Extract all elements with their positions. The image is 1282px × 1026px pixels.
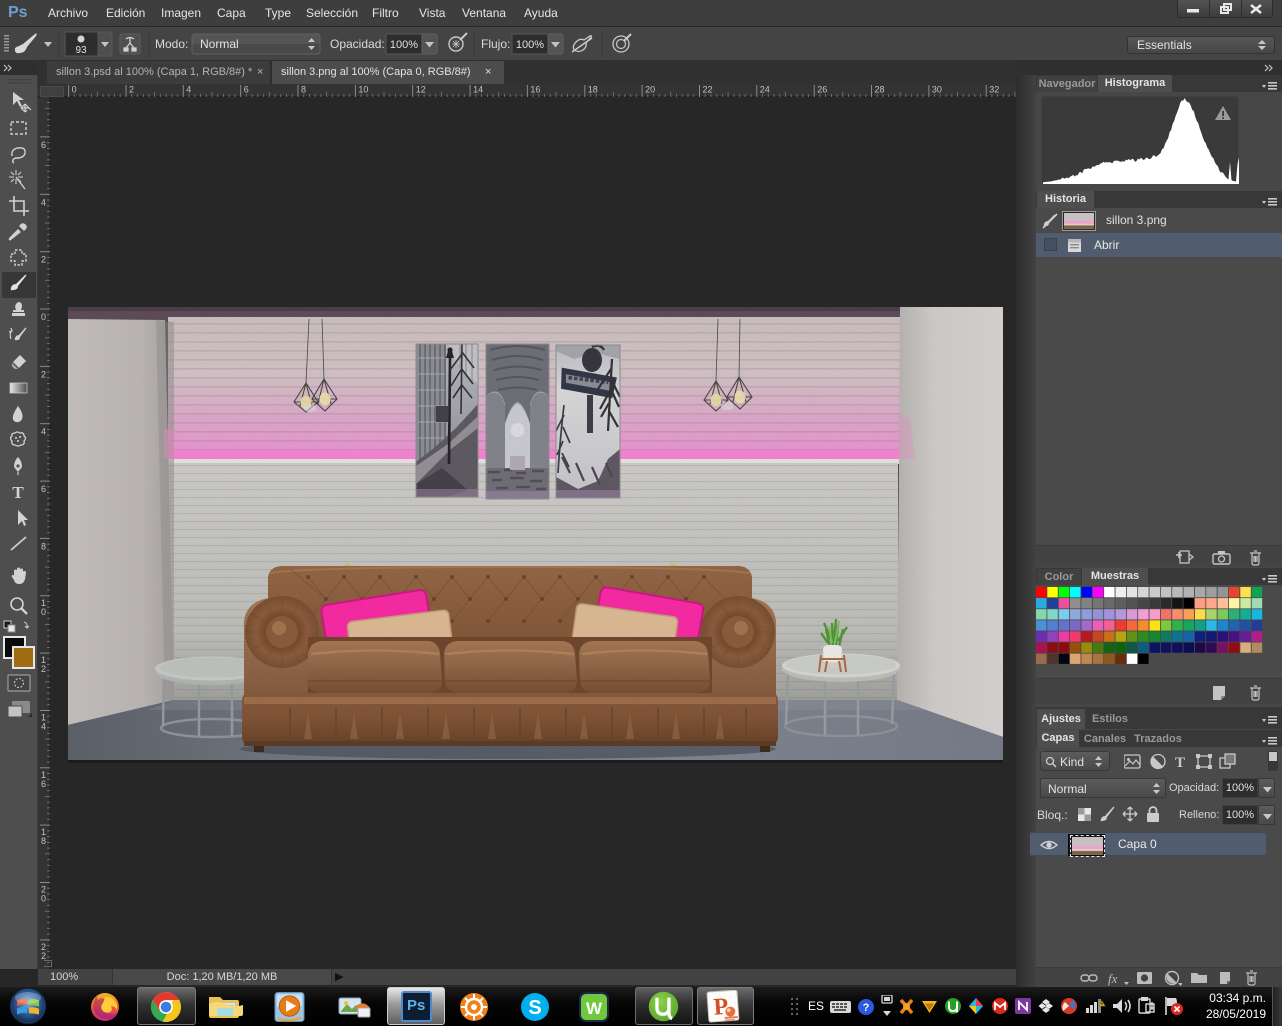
svg-text:2: 2 <box>41 664 46 674</box>
svg-text:4: 4 <box>186 85 191 95</box>
svg-text:P: P <box>713 994 729 1021</box>
svg-text:fx: fx <box>1108 971 1118 986</box>
svg-text:0: 0 <box>41 312 46 322</box>
svg-text:100%: 100% <box>516 39 544 51</box>
svg-text:Modo:: Modo: <box>155 37 188 51</box>
svg-text:6: 6 <box>41 140 46 150</box>
svg-text:2: 2 <box>41 369 46 379</box>
svg-text:0: 0 <box>41 607 46 617</box>
svg-text:4: 4 <box>41 427 46 437</box>
svg-text:16: 16 <box>530 85 540 95</box>
svg-text:20: 20 <box>645 85 655 95</box>
svg-text:Flujo:: Flujo: <box>481 37 510 51</box>
svg-text:100%: 100% <box>390 39 418 51</box>
svg-text:12: 12 <box>416 85 426 95</box>
svg-text:93: 93 <box>75 45 87 56</box>
svg-text:26: 26 <box>817 85 827 95</box>
svg-text:8: 8 <box>41 541 46 551</box>
svg-text:T: T <box>1175 755 1185 771</box>
svg-text:0: 0 <box>41 894 46 904</box>
svg-text:22: 22 <box>703 85 713 95</box>
svg-text:4: 4 <box>41 722 46 732</box>
svg-text:8: 8 <box>41 836 46 846</box>
svg-text:W: W <box>586 999 603 1018</box>
svg-text:2: 2 <box>129 85 134 95</box>
svg-text:28: 28 <box>875 85 885 95</box>
svg-text:10: 10 <box>358 85 368 95</box>
svg-text:14: 14 <box>473 85 483 95</box>
svg-text:8: 8 <box>301 85 306 95</box>
svg-text:4: 4 <box>41 197 46 207</box>
svg-text:30: 30 <box>932 85 942 95</box>
svg-text:0: 0 <box>72 85 77 95</box>
svg-text:6: 6 <box>41 779 46 789</box>
svg-text:2: 2 <box>41 255 46 265</box>
svg-text:Normal: Normal <box>200 37 239 51</box>
svg-text:6: 6 <box>41 484 46 494</box>
svg-text:32: 32 <box>989 85 999 95</box>
svg-text:18: 18 <box>588 85 598 95</box>
svg-text:24: 24 <box>760 85 770 95</box>
svg-text:?: ? <box>863 1002 870 1014</box>
svg-text:Opacidad:: Opacidad: <box>330 37 385 51</box>
svg-text:T: T <box>12 483 24 502</box>
svg-text:S: S <box>528 997 541 1019</box>
svg-text:6: 6 <box>244 85 249 95</box>
